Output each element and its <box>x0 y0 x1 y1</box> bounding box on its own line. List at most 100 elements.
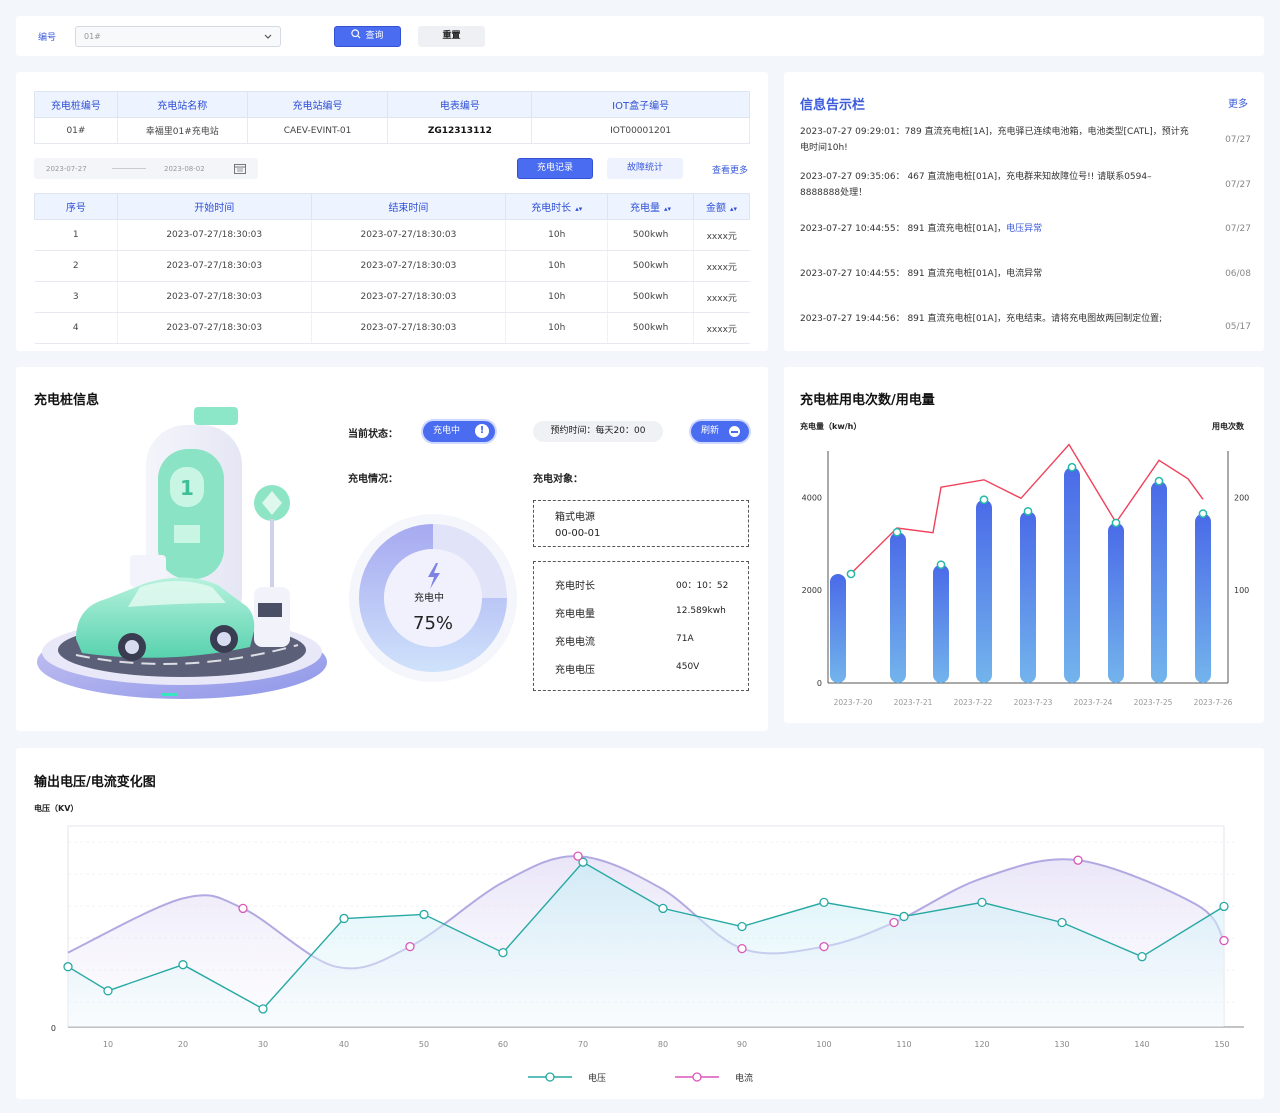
sort-icon[interactable]: ▴▾ <box>575 205 582 213</box>
notice-more-link[interactable]: 更多 <box>1228 95 1248 110</box>
notice-date: 07/27 <box>1225 135 1251 145</box>
notice-item[interactable]: 2023-07-27 09:35:06： 467 直流施电桩[01A]，充电群来… <box>800 169 1251 201</box>
records-card: 充电桩编号 充电站名称 充电站编号 电表编号 IOT盒子编号 01# 幸福里01#充电站 C… <box>16 72 768 351</box>
table-row[interactable]: 1 2023-07-27/18:30:03 2023-07-27/18:30:03 1… <box>34 219 750 251</box>
gauge-label: 充电中 <box>414 593 444 604</box>
header-label: 开始时间 <box>194 203 235 214</box>
notice-item[interactable]: 2023-07-27 19:44:56： 891 直流充电桩[01A]，充电结束… <box>800 311 1251 332</box>
voltage-point <box>737 921 747 932</box>
header-label: 序号 <box>65 203 86 214</box>
wave-x-tick: 50 <box>419 1040 429 1049</box>
table-cell: 2023-07-27/18:30:03 <box>310 250 506 282</box>
status-label: 当前状态： <box>348 429 398 440</box>
usage-bar-point <box>1111 518 1121 528</box>
pile-info-card: 充电桩信息 1 当前状态： 充电中 ! 预约时间：每天20：00 刷新 充电情况… <box>16 367 768 731</box>
notice-item[interactable]: 2023-07-27 10:44:55： 891 直流充电桩[01A]，电压异常… <box>800 221 1251 237</box>
pile-table-header: 电表编号 <box>387 91 533 118</box>
usage-bar <box>1064 467 1080 683</box>
table-cell: 2023-07-27/18:30:03 <box>116 312 312 344</box>
usage-bar-point <box>1023 506 1033 516</box>
gauge-value: 75% <box>413 613 454 634</box>
legend-label: 电压 <box>588 1072 606 1084</box>
usage-chart-card: 充电桩用电次数/用电量 充电量（kw/h） 用电次数 0 2000 4000 100 2… <box>784 367 1264 723</box>
wave-x-tick: 120 <box>974 1040 989 1049</box>
refresh-label: 刷新 <box>701 426 720 436</box>
table-row[interactable]: 4 2023-07-27/18:30:03 2023-07-27/18:30:03 1… <box>34 312 750 344</box>
usage-left-tick: 0 <box>817 679 822 688</box>
notice-text: 2023-07-27 10:44:55： 891 直流充电桩[01A]，电流异常 <box>800 266 1190 282</box>
svg-text:1: 1 <box>180 476 194 500</box>
notice-item[interactable]: 2023-07-27 09:29:01：789 直流充电桩[1A]，充电驿已连续… <box>800 124 1251 156</box>
refresh-button[interactable]: 刷新 <box>691 421 749 442</box>
sort-icon[interactable]: ▴▾ <box>664 205 671 213</box>
date-separator <box>112 168 146 169</box>
pile-info-title: 充电桩信息 <box>34 393 100 408</box>
table-row[interactable]: 2 2023-07-27/18:30:03 2023-07-27/18:30:03 1… <box>34 250 750 282</box>
reset-button[interactable]: 重置 <box>418 26 485 47</box>
date-range-picker[interactable]: 2023-07-27 2023-08-02 <box>34 158 258 179</box>
usage-bar-point <box>892 527 902 537</box>
filter-bar: 编号 01# 查询 重置 <box>16 16 1264 56</box>
view-more-link[interactable]: 查看更多 <box>712 163 748 176</box>
record-table-header[interactable]: 金额 ▴▾ <box>693 193 750 220</box>
wave-x-tick: 130 <box>1054 1040 1069 1049</box>
notice-text: 2023-07-27 19:44:56： 891 直流充电桩[01A]，充电结束… <box>800 311 1190 327</box>
wave-chart-card: 输出电压/电流变化图 电压（KV） 0 10 20 30 40 50 60 70 80 90 100… <box>16 748 1264 1099</box>
pile-table-cell: CAEV-EVINT-01 <box>246 117 389 144</box>
status-badge: 充电中 ! <box>423 421 495 442</box>
table-cell: 2023-07-27/18:30:03 <box>116 250 312 282</box>
table-cell: 2023-07-27/18:30:03 <box>310 219 506 251</box>
usage-bar <box>1108 522 1124 683</box>
number-select[interactable]: 01# <box>75 26 281 47</box>
target-code: 00-00-01 <box>555 528 601 539</box>
tab-charge-records[interactable]: 充电记录 <box>517 158 593 179</box>
notice-title: 信息告示栏 <box>800 98 866 113</box>
target-box: 箱式电源 00-00-01 <box>533 500 749 547</box>
stat-label: 充电电量 <box>555 609 595 620</box>
voltage-point <box>977 897 987 908</box>
alert-icon: ! <box>475 424 489 438</box>
wave-x-tick: 60 <box>498 1040 508 1049</box>
record-table-header[interactable]: 充电量 ▴▾ <box>607 193 695 220</box>
stat-value: 12.589kwh <box>676 606 726 616</box>
table-cell: 2023-07-27/18:30:03 <box>310 312 506 344</box>
table-cell: 2023-07-27/18:30:03 <box>310 281 506 313</box>
table-cell: 500kwh <box>607 281 694 313</box>
voltage-point <box>419 909 429 920</box>
usage-left-tick: 4000 <box>802 493 822 502</box>
calendar-icon[interactable] <box>234 163 246 174</box>
notice-text: 2023-07-27 10:44:55： 891 直流充电桩[01A]，电压异常 <box>800 221 1190 237</box>
wave-x-tick: 30 <box>258 1040 268 1049</box>
table-cell: 10h <box>505 219 608 251</box>
usage-x-tick: 2023-7-26 <box>1194 698 1233 707</box>
notice-item[interactable]: 2023-07-27 10:44:55： 891 直流充电桩[01A]，电流异常… <box>800 266 1251 282</box>
target-label: 充电对象： <box>533 474 583 485</box>
notice-highlight: 电压异常 <box>1006 224 1043 234</box>
notice-date: 07/27 <box>1225 224 1251 234</box>
table-cell: xxxx元 <box>693 250 750 282</box>
sort-icon[interactable]: ▴▾ <box>730 205 737 213</box>
header-label: 充电时长 <box>531 203 572 214</box>
table-cell: 2 <box>34 250 118 282</box>
usage-x-tick: 2023-7-24 <box>1074 698 1113 707</box>
date-end: 2023-08-02 <box>164 165 205 173</box>
voltage-point <box>63 962 73 972</box>
tab-fault-stats[interactable]: 故障统计 <box>607 158 683 179</box>
legend-marker <box>545 1072 555 1082</box>
status-value: 充电中 <box>433 426 461 436</box>
pile-table-header: IOT盒子编号 <box>531 91 750 118</box>
voltage-point <box>1219 901 1229 912</box>
table-row[interactable]: 3 2023-07-27/18:30:03 2023-07-27/18:30:03 1… <box>34 281 750 313</box>
voltage-point <box>498 947 508 958</box>
query-label: 查询 <box>365 31 384 41</box>
pile-table-header: 充电桩编号 <box>34 91 118 118</box>
wave-x-tick: 70 <box>578 1040 588 1049</box>
usage-x-tick: 2023-7-20 <box>834 698 873 707</box>
usage-bar <box>890 532 906 683</box>
query-button[interactable]: 查询 <box>334 26 401 47</box>
record-table-header[interactable]: 充电时长 ▴▾ <box>505 193 609 220</box>
notice-date: 06/08 <box>1225 269 1251 279</box>
usage-bar-point <box>846 569 856 579</box>
header-label: 充电量 <box>630 203 661 214</box>
notice-body: 2023-07-27 19:44:56： 891 直流充电桩[01A]，充电结束… <box>800 314 1163 324</box>
